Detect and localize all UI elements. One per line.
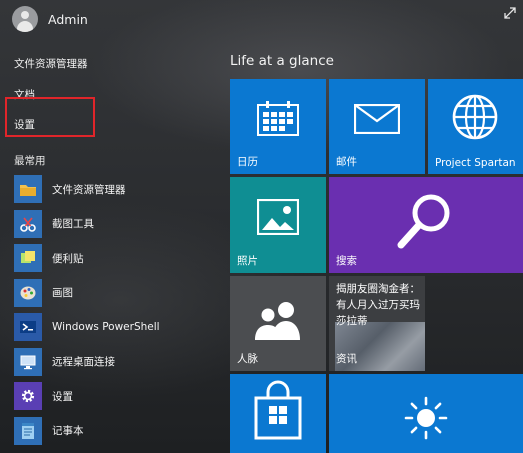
tile-news[interactable]: 揭朋友圈淘金者：有人月入过万买玛莎拉蒂 资讯 (329, 276, 425, 371)
folder-icon (14, 175, 42, 204)
tile-calendar[interactable]: 日历 (230, 79, 326, 174)
sticky-note-icon (14, 244, 42, 273)
most-used-label: 最常用 (14, 155, 46, 167)
calendar-icon (257, 101, 299, 136)
tile-search[interactable]: 搜索 (329, 177, 523, 273)
tile-photos-label: 照片 (237, 255, 258, 267)
people-icon (255, 302, 300, 340)
tile-search-label: 搜索 (336, 255, 357, 267)
nav-file-explorer[interactable]: 文件资源管理器 (14, 56, 88, 71)
user-avatar-icon (12, 6, 38, 32)
app-item-snipping-tool[interactable]: 截图工具 (14, 207, 210, 242)
powershell-icon (14, 313, 42, 342)
tile-news-label: 资讯 (336, 353, 357, 365)
app-item-powershell[interactable]: Windows PowerShell (14, 310, 210, 345)
app-label: 设置 (52, 390, 73, 403)
photo-icon (257, 199, 299, 235)
search-icon (397, 194, 450, 249)
tile-group-title: Life at a glance (230, 53, 334, 69)
app-item-paint[interactable]: 画图 (14, 276, 210, 311)
tile-calendar-label: 日历 (237, 156, 258, 168)
notepad-icon (14, 416, 42, 445)
most-used-list: 文件资源管理器 截图工具 便利贴 画图 Windows PowerShell 远… (14, 172, 210, 448)
scissors-icon (14, 209, 42, 238)
app-label: Windows PowerShell (52, 321, 160, 334)
app-label: 画图 (52, 287, 73, 300)
globe-icon (452, 94, 498, 140)
app-label: 便利贴 (52, 252, 84, 265)
app-label: 记事本 (52, 425, 84, 438)
start-menu-left-pane: Admin 文件资源管理器 文档 设置 最常用 文件资源管理器 截图工具 便利贴 (0, 0, 210, 453)
mail-icon (354, 104, 400, 134)
tile-store[interactable] (230, 374, 326, 453)
tile-project-spartan-label: Project Spartan (435, 157, 516, 169)
remote-desktop-icon (14, 347, 42, 376)
expand-arrows-icon[interactable] (503, 6, 517, 20)
tile-project-spartan[interactable]: Project Spartan (428, 79, 523, 174)
app-item-file-explorer[interactable]: 文件资源管理器 (14, 172, 210, 207)
tile-news-headline: 揭朋友圈淘金者：有人月入过万买玛莎拉蒂 (336, 283, 420, 327)
app-item-sticky-notes[interactable]: 便利贴 (14, 241, 210, 276)
tile-people-label: 人脉 (237, 353, 258, 365)
annotation-highlight-box (5, 97, 95, 137)
user-name: Admin (48, 11, 88, 27)
tile-mail[interactable]: 邮件 (329, 79, 425, 174)
sun-icon (404, 396, 448, 440)
paint-palette-icon (14, 278, 42, 307)
tile-people[interactable]: 人脉 (230, 276, 326, 371)
user-account[interactable]: Admin (12, 5, 88, 33)
tile-photos[interactable]: 照片 (230, 177, 326, 273)
app-item-settings[interactable]: 设置 (14, 379, 210, 414)
tile-mail-label: 邮件 (336, 156, 357, 168)
app-item-remote-desktop[interactable]: 远程桌面连接 (14, 345, 210, 380)
gear-icon (14, 382, 42, 411)
app-label: 文件资源管理器 (52, 183, 126, 196)
app-item-notepad[interactable]: 记事本 (14, 414, 210, 449)
app-label: 截图工具 (52, 218, 94, 231)
tile-weather[interactable] (329, 374, 523, 453)
app-label: 远程桌面连接 (52, 356, 115, 369)
store-bag-icon (254, 380, 302, 440)
